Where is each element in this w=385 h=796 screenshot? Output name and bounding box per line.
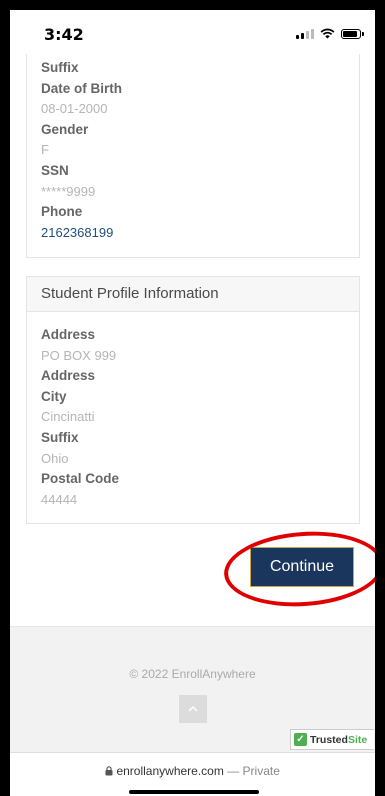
status-icons xyxy=(296,28,364,39)
cellular-signal-icon xyxy=(296,28,314,39)
home-indicator[interactable] xyxy=(129,790,259,794)
personal-info-card: Suffix Date of Birth 08-01-2000 Gender F… xyxy=(26,54,360,258)
field-value: 08-01-2000 xyxy=(41,101,108,117)
field-value: Ohio xyxy=(41,450,69,466)
trustedsite-badge[interactable]: ✓ TrustedSite xyxy=(290,729,374,750)
student-profile-card: Student Profile Information Address PO B… xyxy=(26,276,360,524)
field-value: 44444 xyxy=(41,491,78,507)
field-label: Address xyxy=(41,327,96,342)
field-label: SSN xyxy=(41,162,69,178)
field-label: Phone xyxy=(41,204,83,220)
field-label: Address xyxy=(41,368,96,384)
trusted-label: TrustedSite xyxy=(310,733,368,746)
lock-icon xyxy=(105,766,113,776)
phone-screen: 3:42 Suffix Date of Birth 08-01-2000 Gen… xyxy=(10,10,375,796)
continue-button[interactable]: Continue xyxy=(250,547,354,587)
page-footer: © 2022 EnrollAnywhere ✓ TrustedSite xyxy=(10,626,375,753)
field-label: Suffix xyxy=(41,60,79,75)
browser-url-bar[interactable]: enrollanywhere.com — Private xyxy=(10,752,375,796)
field-value: F xyxy=(41,142,49,158)
personal-info-fields: Suffix Date of Birth 08-01-2000 Gender F… xyxy=(27,54,359,243)
copyright-text: © 2022 EnrollAnywhere xyxy=(129,667,256,681)
status-time: 3:42 xyxy=(44,25,84,44)
battery-icon xyxy=(341,28,364,39)
field-label: City xyxy=(41,388,67,404)
url-display: enrollanywhere.com — Private xyxy=(10,764,375,778)
phone-link[interactable]: 2162368199 xyxy=(41,223,359,244)
field-label: Gender xyxy=(41,121,89,137)
url-domain: enrollanywhere.com xyxy=(116,764,224,778)
field-label: Date of Birth xyxy=(41,80,122,96)
field-value: *****9999 xyxy=(41,183,96,199)
card-title: Student Profile Information xyxy=(27,277,359,312)
field-label: Postal Code xyxy=(41,471,120,487)
field-value: Cincinatti xyxy=(41,409,95,425)
checkmark-icon: ✓ xyxy=(294,733,307,746)
field-value: PO BOX 999 xyxy=(41,347,117,363)
wifi-icon xyxy=(320,28,335,39)
status-bar: 3:42 xyxy=(10,10,375,58)
profile-fields: Address PO BOX 999 Address City Cincinat… xyxy=(27,312,359,510)
back-to-top-button[interactable] xyxy=(179,695,207,723)
field-label: Suffix xyxy=(41,429,79,445)
private-label: — Private xyxy=(227,764,280,778)
chevron-up-icon xyxy=(188,706,198,712)
